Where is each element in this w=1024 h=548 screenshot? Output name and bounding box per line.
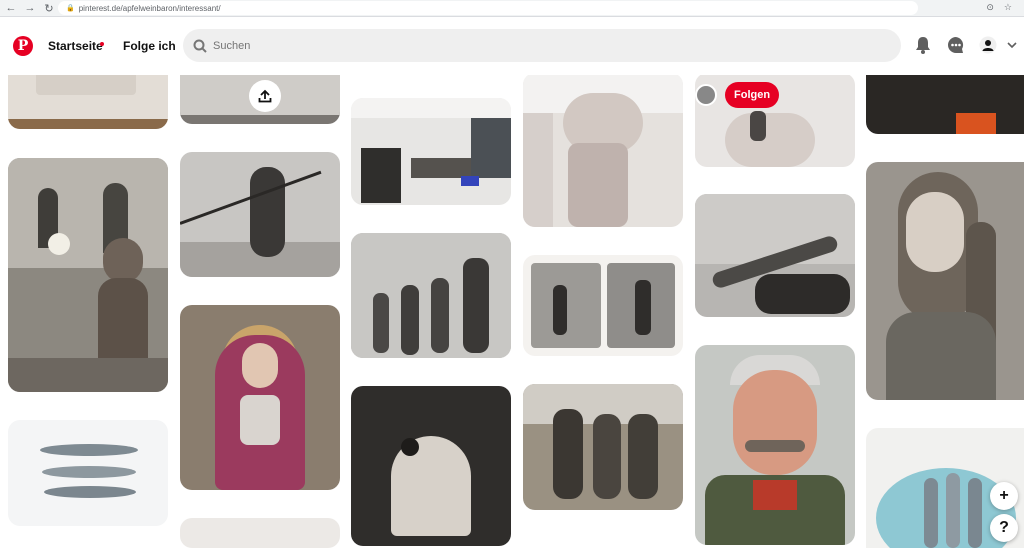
pin-image[interactable]: [523, 384, 683, 510]
address-bar[interactable]: 🔒 pinterest.de/apfelweinbaron/interessan…: [58, 1, 918, 15]
notification-dot: [100, 42, 104, 46]
lock-icon: 🔒: [66, 5, 75, 12]
pin-follow-overlay: Folgen: [695, 82, 780, 108]
pinterest-header: P Startseite Folge ich: [0, 17, 1024, 75]
account-menu-chevron-icon[interactable]: [1004, 35, 1020, 55]
settings-circle-icon[interactable]: ⊙: [986, 2, 994, 13]
address-url: pinterest.de/apfelweinbaron/interessant/: [78, 3, 221, 13]
pin-image[interactable]: [180, 305, 340, 490]
nav-home-link[interactable]: Startseite: [48, 39, 103, 53]
pin-image[interactable]: [180, 518, 340, 548]
search-bar[interactable]: [183, 29, 901, 62]
back-arrow-icon[interactable]: ←: [3, 0, 19, 16]
upload-button[interactable]: [249, 80, 281, 112]
pin-image[interactable]: [8, 158, 168, 392]
bookmark-star-icon[interactable]: ☆: [1004, 2, 1012, 13]
forward-arrow-icon[interactable]: →: [22, 0, 38, 16]
pin-image[interactable]: [523, 255, 683, 356]
pin-image[interactable]: [8, 420, 168, 526]
browser-toolbar: ← → ↻ 🔒 pinterest.de/apfelweinbaron/inte…: [0, 0, 1024, 17]
pin-image[interactable]: [523, 73, 683, 227]
creator-avatar[interactable]: [695, 84, 717, 106]
search-input[interactable]: [213, 39, 813, 52]
pin-image[interactable]: [695, 194, 855, 317]
upload-icon: [258, 89, 272, 103]
follow-button[interactable]: Folgen: [725, 82, 780, 108]
notifications-bell-icon[interactable]: [913, 35, 933, 55]
pin-image[interactable]: [351, 98, 511, 205]
search-icon: [193, 39, 207, 53]
pin-image[interactable]: [866, 73, 1024, 134]
pin-image[interactable]: [351, 386, 511, 546]
messages-icon[interactable]: [946, 35, 966, 55]
pin-image[interactable]: [695, 345, 855, 545]
pin-image[interactable]: [180, 152, 340, 277]
pin-image[interactable]: [351, 233, 511, 358]
pin-image[interactable]: [866, 162, 1024, 400]
pinterest-logo-icon[interactable]: P: [13, 36, 33, 56]
reload-icon[interactable]: ↻: [41, 0, 57, 16]
add-button[interactable]: +: [990, 482, 1018, 510]
profile-avatar-icon[interactable]: [978, 35, 998, 55]
nav-following-link[interactable]: Folge ich: [123, 39, 176, 53]
